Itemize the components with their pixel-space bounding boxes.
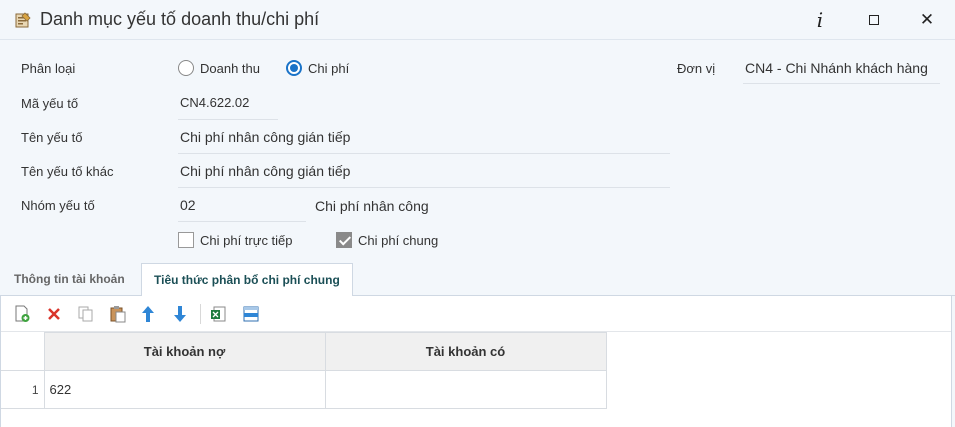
add-row-button[interactable] bbox=[12, 304, 32, 324]
title-bar: Danh mục yếu tố doanh thu/chi phí i ✕ bbox=[0, 0, 955, 40]
ten-yeu-to-label: Tên yếu tố bbox=[21, 130, 83, 145]
tab-thong-tin-tai-khoan[interactable]: Thông tin tài khoản bbox=[2, 263, 137, 296]
maximize-button[interactable] bbox=[862, 8, 886, 32]
move-up-button[interactable] bbox=[138, 304, 158, 324]
grid-header-row: Tài khoản nợ Tài khoản có bbox=[1, 332, 607, 371]
close-button[interactable]: ✕ bbox=[915, 8, 939, 32]
nhom-yeu-to-label: Nhóm yếu tố bbox=[21, 198, 95, 213]
close-icon: ✕ bbox=[919, 10, 935, 29]
check-chi-phi-chung-box[interactable] bbox=[336, 232, 352, 248]
check-chi-phi-chung-label: Chi phí chung bbox=[358, 232, 439, 248]
excel-export-button[interactable] bbox=[208, 304, 228, 324]
move-down-button[interactable] bbox=[170, 304, 190, 324]
column-header-tai-khoan-no[interactable]: Tài khoản nợ bbox=[43, 332, 326, 371]
check-chi-phi-truc-tiep-label: Chi phí trực tiếp bbox=[200, 232, 293, 248]
info-button[interactable]: i bbox=[808, 8, 832, 32]
don-vi-label: Đơn vị bbox=[677, 61, 716, 76]
tab-tieu-thuc-phan-bo[interactable]: Tiêu thức phân bổ chi phí chung bbox=[141, 263, 353, 297]
add-row-icon bbox=[15, 305, 30, 322]
table-row[interactable]: 1 622 bbox=[1, 370, 607, 409]
tab-panel: Tài khoản nợ Tài khoản có 1 622 bbox=[0, 296, 952, 427]
move-down-icon bbox=[174, 306, 186, 322]
data-grid: Tài khoản nợ Tài khoản có 1 622 bbox=[1, 332, 607, 409]
row-number: 1 bbox=[1, 370, 45, 409]
radio-doanh-thu-circle[interactable] bbox=[178, 60, 194, 76]
cell-tai-khoan-no[interactable]: 622 bbox=[43, 370, 326, 409]
cell-tai-khoan-co[interactable] bbox=[324, 370, 607, 409]
delete-icon bbox=[48, 308, 60, 320]
radio-doanh-thu-label: Doanh thu bbox=[200, 60, 260, 76]
ten-yeu-to-field[interactable]: Chi phí nhân công gián tiếp bbox=[178, 127, 670, 154]
check-chi-phi-chung[interactable]: Chi phí chung bbox=[336, 232, 438, 248]
app-form-icon bbox=[15, 12, 31, 28]
ma-yeu-to-label: Mã yếu tố bbox=[21, 96, 79, 111]
tab-bar: Thông tin tài khoản Tiêu thức phân bổ ch… bbox=[0, 263, 955, 297]
grid-toolbar bbox=[1, 296, 951, 332]
nhom-yeu-to-code-field[interactable]: 02 bbox=[178, 195, 306, 222]
info-icon: i bbox=[816, 8, 824, 32]
radio-chi-phi[interactable]: Chi phí bbox=[286, 60, 349, 76]
layout-icon bbox=[243, 306, 259, 322]
radio-doanh-thu[interactable]: Doanh thu bbox=[178, 60, 260, 76]
toolbar-separator bbox=[200, 304, 201, 324]
nhom-yeu-to-name: Chi phí nhân công bbox=[315, 198, 429, 214]
column-header-tai-khoan-co[interactable]: Tài khoản có bbox=[324, 332, 607, 371]
paste-button[interactable] bbox=[108, 304, 128, 324]
don-vi-field[interactable]: CN4 - Chi Nhánh khách hàng bbox=[743, 58, 940, 84]
delete-button[interactable] bbox=[44, 304, 64, 324]
grid-corner bbox=[1, 332, 45, 371]
maximize-icon bbox=[869, 15, 879, 25]
check-chi-phi-truc-tiep-box[interactable] bbox=[178, 232, 194, 248]
copy-icon bbox=[78, 306, 93, 322]
move-up-icon bbox=[142, 306, 154, 322]
ten-yeu-to-khac-field[interactable]: Chi phí nhân công gián tiếp bbox=[178, 161, 670, 188]
ma-yeu-to-field[interactable]: CN4.622.02 bbox=[178, 93, 278, 120]
layout-button[interactable] bbox=[241, 304, 261, 324]
radio-chi-phi-label: Chi phí bbox=[308, 60, 350, 76]
paste-icon bbox=[110, 306, 126, 323]
ten-yeu-to-khac-label: Tên yếu tố khác bbox=[21, 164, 114, 179]
excel-export-icon bbox=[211, 306, 226, 322]
phan-loai-label: Phân loại bbox=[21, 61, 76, 76]
check-chi-phi-truc-tiep[interactable]: Chi phí trực tiếp bbox=[178, 232, 293, 248]
window-title: Danh mục yếu tố doanh thu/chi phí bbox=[40, 9, 320, 29]
copy-button[interactable] bbox=[76, 304, 96, 324]
radio-chi-phi-circle[interactable] bbox=[286, 60, 302, 76]
